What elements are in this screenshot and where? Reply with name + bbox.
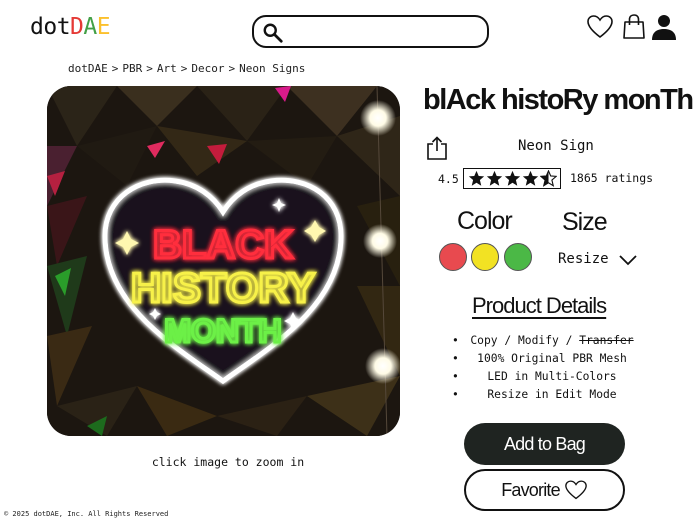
search-icon[interactable] <box>262 22 284 44</box>
breadcrumb: dotDAE > PBR > Art > Decor > Neon Signs <box>68 62 309 75</box>
site-logo[interactable]: dotDAE <box>30 14 111 40</box>
star-full-icon <box>522 170 538 186</box>
product-image[interactable]: BLACK HISTORY MONTH <box>47 86 400 436</box>
zoom-hint: click image to zoom in <box>151 455 305 469</box>
search-input[interactable] <box>290 21 480 43</box>
favorite-button-label: Favorite <box>501 479 560 500</box>
search-bar[interactable] <box>252 15 489 48</box>
breadcrumb-separator: > <box>228 62 236 75</box>
breadcrumb-separator: > <box>146 62 153 75</box>
feature-resize: Resize in Edit Mode <box>452 386 652 404</box>
breadcrumb-item-decor[interactable]: Decor <box>191 62 224 75</box>
breadcrumb-item-neon-signs[interactable]: Neon Signs <box>239 62 305 75</box>
sign-text-line1: BLACK <box>153 223 293 267</box>
product-title: blAck histoRy monTh <box>423 84 694 116</box>
star-half-icon <box>539 170 557 187</box>
breadcrumb-item-art[interactable]: Art <box>157 62 177 75</box>
color-swatch-green[interactable] <box>504 243 532 271</box>
rating-value: 4.5 <box>438 172 459 186</box>
heart-icon[interactable] <box>586 13 614 41</box>
favorite-button[interactable]: Favorite <box>464 469 625 511</box>
size-select[interactable]: Resize <box>558 251 609 267</box>
ratings-count[interactable]: 1865 ratings <box>570 171 653 185</box>
star-full-icon <box>468 170 484 186</box>
breadcrumb-item-home[interactable]: dotDAE <box>68 62 108 75</box>
breadcrumb-item-pbr[interactable]: PBR <box>122 62 142 75</box>
feature-permissions: Copy / Modify / Transfer <box>452 332 652 350</box>
breadcrumb-separator: > <box>180 62 188 75</box>
star-full-icon <box>504 170 520 186</box>
user-icon[interactable] <box>650 13 678 41</box>
sign-text-line3: MONTH <box>164 313 281 349</box>
product-details-heading: Product Details <box>472 293 607 318</box>
footer-copyright: © 2025 dotDAE, Inc. All Rights Reserved <box>4 510 169 518</box>
feature-led: LED in Multi-Colors <box>452 368 652 386</box>
feature-mesh: 100% Original PBR Mesh <box>452 350 652 368</box>
color-swatch-red[interactable] <box>439 243 467 271</box>
star-full-icon <box>486 170 502 186</box>
add-to-bag-button[interactable]: Add to Bag <box>464 423 625 465</box>
color-label: Color <box>457 207 513 235</box>
feature-list: Copy / Modify / Transfer 100% Original P… <box>452 332 652 404</box>
chevron-down-icon[interactable] <box>618 253 638 267</box>
shopping-bag-icon[interactable] <box>620 13 648 41</box>
sign-text-line2: HISTORY <box>131 264 315 311</box>
share-icon[interactable] <box>426 136 448 160</box>
star-rating[interactable] <box>463 168 561 189</box>
color-swatch-yellow[interactable] <box>471 243 499 271</box>
heart-icon <box>564 480 587 500</box>
neon-sign-render: BLACK HISTORY MONTH <box>47 86 400 436</box>
size-label: Size <box>562 208 608 236</box>
breadcrumb-separator: > <box>111 62 119 75</box>
product-subtitle: Neon Sign <box>518 138 594 154</box>
